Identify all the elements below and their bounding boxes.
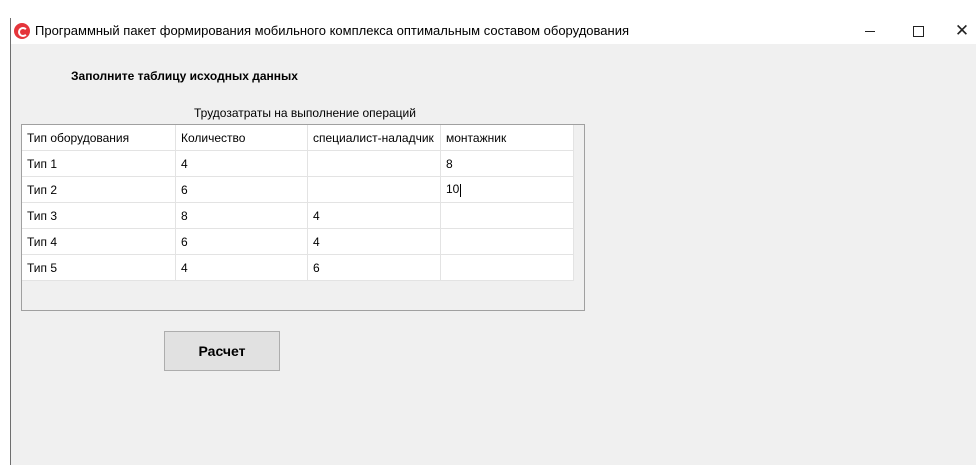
instruction-label: Заполните таблицу исходных данных [71,69,298,83]
column-header-fitter[interactable]: монтажник [440,125,574,151]
app-logo-icon [14,23,30,39]
cell-equipment-type[interactable]: Тип 3 [22,202,176,229]
data-grid[interactable]: Тип оборудования Количество специалист-н… [21,124,585,311]
cell-quantity[interactable]: 4 [175,254,308,281]
cell-equipment-type[interactable]: Тип 2 [22,176,176,203]
cell-adjuster[interactable]: 4 [307,228,441,255]
cell-equipment-type[interactable]: Тип 4 [22,228,176,255]
cell-fitter[interactable] [440,228,574,255]
cell-adjuster[interactable]: 6 [307,254,441,281]
window-title: Программный пакет формирования мобильног… [35,23,629,38]
table-row: Тип 2 6 10 [22,176,574,203]
cell-fitter[interactable] [440,254,574,281]
cell-adjuster[interactable] [307,176,441,203]
cell-equipment-type[interactable]: Тип 1 [22,150,176,177]
minimize-icon [865,30,875,32]
table-row: Тип 4 6 4 [22,228,574,255]
table-row: Тип 3 8 4 [22,202,574,229]
cell-fitter[interactable]: 8 [440,150,574,177]
minimize-button[interactable] [847,18,893,44]
column-header-equipment-type[interactable]: Тип оборудования [22,125,176,151]
close-button[interactable]: ✕ [939,18,976,44]
cell-quantity[interactable]: 6 [175,176,308,203]
table-caption: Трудозатраты на выполнение операций [194,106,416,120]
cell-quantity[interactable]: 8 [175,202,308,229]
data-table: Тип оборудования Количество специалист-н… [22,125,574,281]
app-window: Программный пакет формирования мобильног… [10,18,976,465]
calculate-button[interactable]: Расчет [164,331,280,371]
text-cursor [460,183,462,197]
cell-fitter-value: 10 [446,182,460,197]
cell-fitter[interactable] [440,202,574,229]
column-header-adjuster[interactable]: специалист-наладчик [307,125,441,151]
table-row: Тип 1 4 8 [22,150,574,177]
column-header-quantity[interactable]: Количество [175,125,308,151]
title-bar: Программный пакет формирования мобильног… [11,18,976,44]
cell-fitter-editing[interactable]: 10 [440,176,574,203]
maximize-button[interactable] [895,18,941,44]
table-row: Тип 5 4 6 [22,254,574,281]
maximize-icon [912,25,924,37]
cell-adjuster[interactable]: 4 [307,202,441,229]
close-icon: ✕ [954,21,970,41]
cell-equipment-type[interactable]: Тип 5 [22,254,176,281]
table-header-row: Тип оборудования Количество специалист-н… [22,125,574,151]
cell-quantity[interactable]: 6 [175,228,308,255]
cell-quantity[interactable]: 4 [175,150,308,177]
cell-adjuster[interactable] [307,150,441,177]
